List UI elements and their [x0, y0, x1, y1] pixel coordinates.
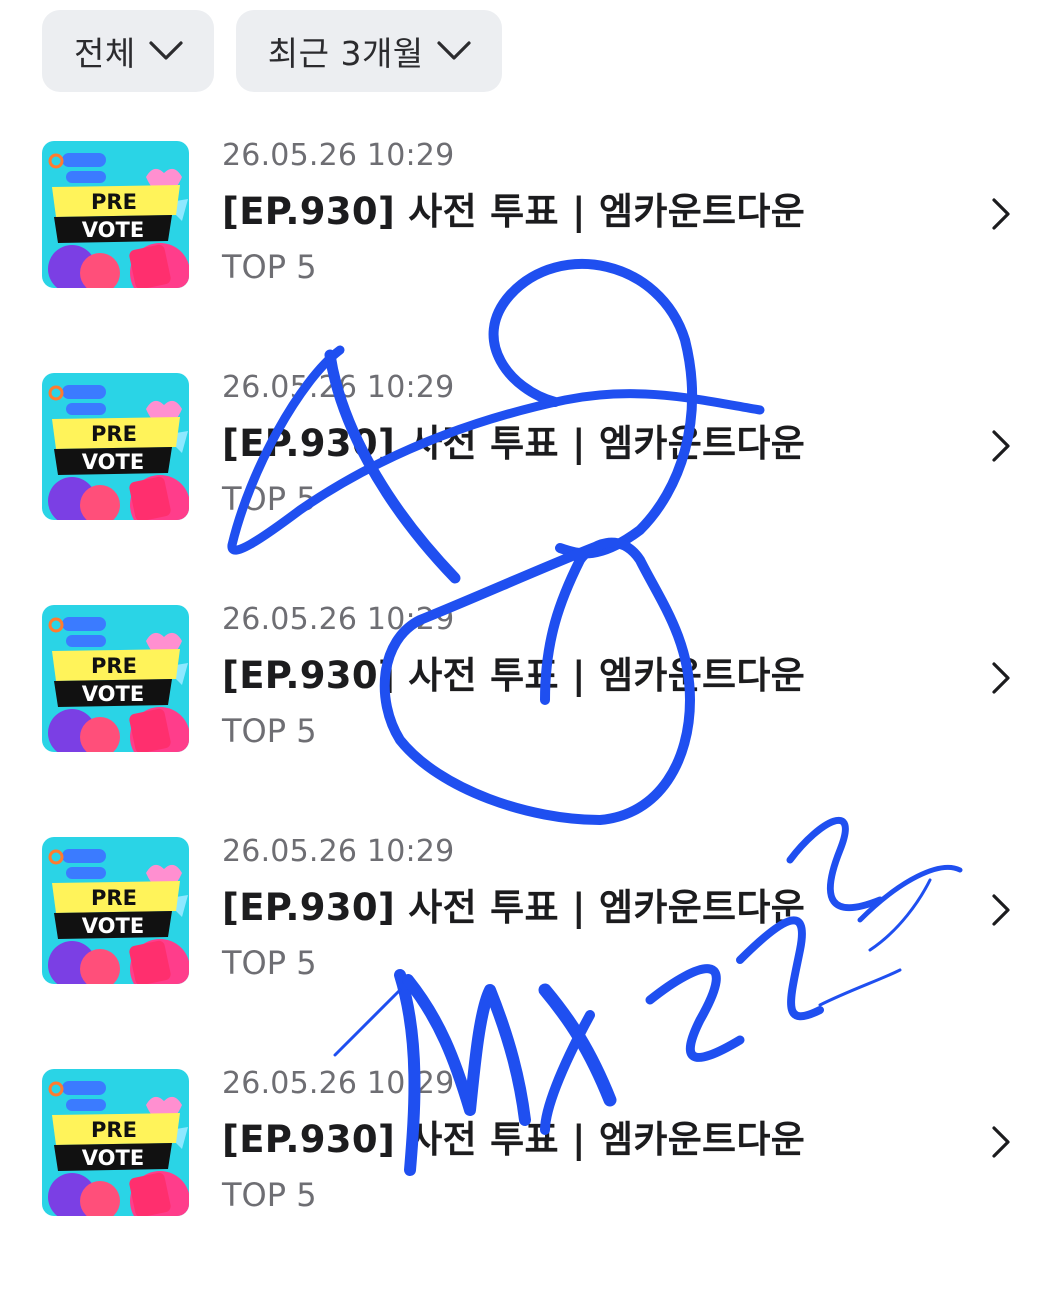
pre-vote-thumbnail: PRE VOTE: [42, 605, 189, 752]
chevron-down-icon: [436, 40, 472, 62]
vote-result-label: TOP 5: [222, 944, 317, 982]
svg-text:VOTE: VOTE: [82, 1146, 144, 1170]
vote-result-label: TOP 5: [222, 1176, 317, 1214]
list-item[interactable]: PRE VOTE 26.05.26 10:29 [EP.930] 사전 투표 |…: [0, 602, 1060, 834]
pre-vote-thumbnail: PRE VOTE: [42, 837, 189, 984]
svg-text:VOTE: VOTE: [82, 218, 144, 242]
pre-vote-thumbnail: PRE VOTE: [42, 141, 189, 288]
list-item-text: 26.05.26 10:29 [EP.930] 사전 투표 | 엠카운트다운 T…: [222, 602, 805, 750]
svg-text:VOTE: VOTE: [82, 682, 144, 706]
vote-date: 26.05.26 10:29: [222, 138, 455, 173]
chevron-right-icon: [986, 1124, 1016, 1160]
svg-text:PRE: PRE: [91, 422, 137, 446]
svg-text:VOTE: VOTE: [82, 914, 144, 938]
chevron-right-icon: [986, 892, 1016, 928]
category-filter-dropdown[interactable]: 전체: [42, 10, 214, 92]
vote-title: [EP.930] 사전 투표 | 엠카운트다운: [222, 422, 806, 465]
vote-result-label: TOP 5: [222, 480, 317, 518]
list-item[interactable]: PRE VOTE 26.05.26 10:29 [EP.930] 사전 투표 |…: [0, 1066, 1060, 1298]
category-filter-label: 전체: [74, 34, 136, 73]
list-item[interactable]: PRE VOTE 26.05.26 10:29 [EP.930] 사전 투표 |…: [0, 370, 1060, 602]
vote-date: 26.05.26 10:29: [222, 834, 455, 869]
chevron-down-icon: [148, 40, 184, 62]
chevron-right-icon: [986, 196, 1016, 232]
svg-text:PRE: PRE: [91, 654, 137, 678]
vote-title: [EP.930] 사전 투표 | 엠카운트다운: [222, 886, 806, 929]
filter-bar: 전체 최근 3개월: [42, 10, 502, 92]
list-item-text: 26.05.26 10:29 [EP.930] 사전 투표 | 엠카운트다운 T…: [222, 1066, 805, 1214]
svg-text:PRE: PRE: [91, 1118, 137, 1142]
pre-vote-thumbnail: PRE VOTE: [42, 1069, 189, 1216]
list-item-text: 26.05.26 10:29 [EP.930] 사전 투표 | 엠카운트다운 T…: [222, 370, 805, 518]
chevron-right-icon: [986, 660, 1016, 696]
pre-vote-thumbnail: PRE VOTE: [42, 373, 189, 520]
vote-title: [EP.930] 사전 투표 | 엠카운트다운: [222, 1118, 806, 1161]
vote-date: 26.05.26 10:29: [222, 1066, 455, 1101]
list-item-text: 26.05.26 10:29 [EP.930] 사전 투표 | 엠카운트다운 T…: [222, 138, 805, 286]
chevron-right-icon: [986, 428, 1016, 464]
period-filter-dropdown[interactable]: 최근 3개월: [235, 10, 502, 92]
vote-title: [EP.930] 사전 투표 | 엠카운트다운: [222, 654, 806, 697]
svg-text:PRE: PRE: [91, 886, 137, 910]
vote-date: 26.05.26 10:29: [222, 602, 455, 637]
svg-text:VOTE: VOTE: [82, 450, 144, 474]
period-filter-label: 최근 3개월: [267, 34, 424, 73]
svg-text:PRE: PRE: [91, 190, 137, 214]
vote-history-list: PRE VOTE 26.05.26 10:29 [EP.930] 사전 투표 |…: [0, 138, 1060, 1298]
list-item-text: 26.05.26 10:29 [EP.930] 사전 투표 | 엠카운트다운 T…: [222, 834, 805, 982]
list-item[interactable]: PRE VOTE 26.05.26 10:29 [EP.930] 사전 투표 |…: [0, 834, 1060, 1066]
vote-date: 26.05.26 10:29: [222, 370, 455, 405]
vote-result-label: TOP 5: [222, 248, 317, 286]
list-item[interactable]: PRE VOTE 26.05.26 10:29 [EP.930] 사전 투표 |…: [0, 138, 1060, 370]
vote-result-label: TOP 5: [222, 712, 317, 750]
vote-title: [EP.930] 사전 투표 | 엠카운트다운: [222, 190, 806, 233]
